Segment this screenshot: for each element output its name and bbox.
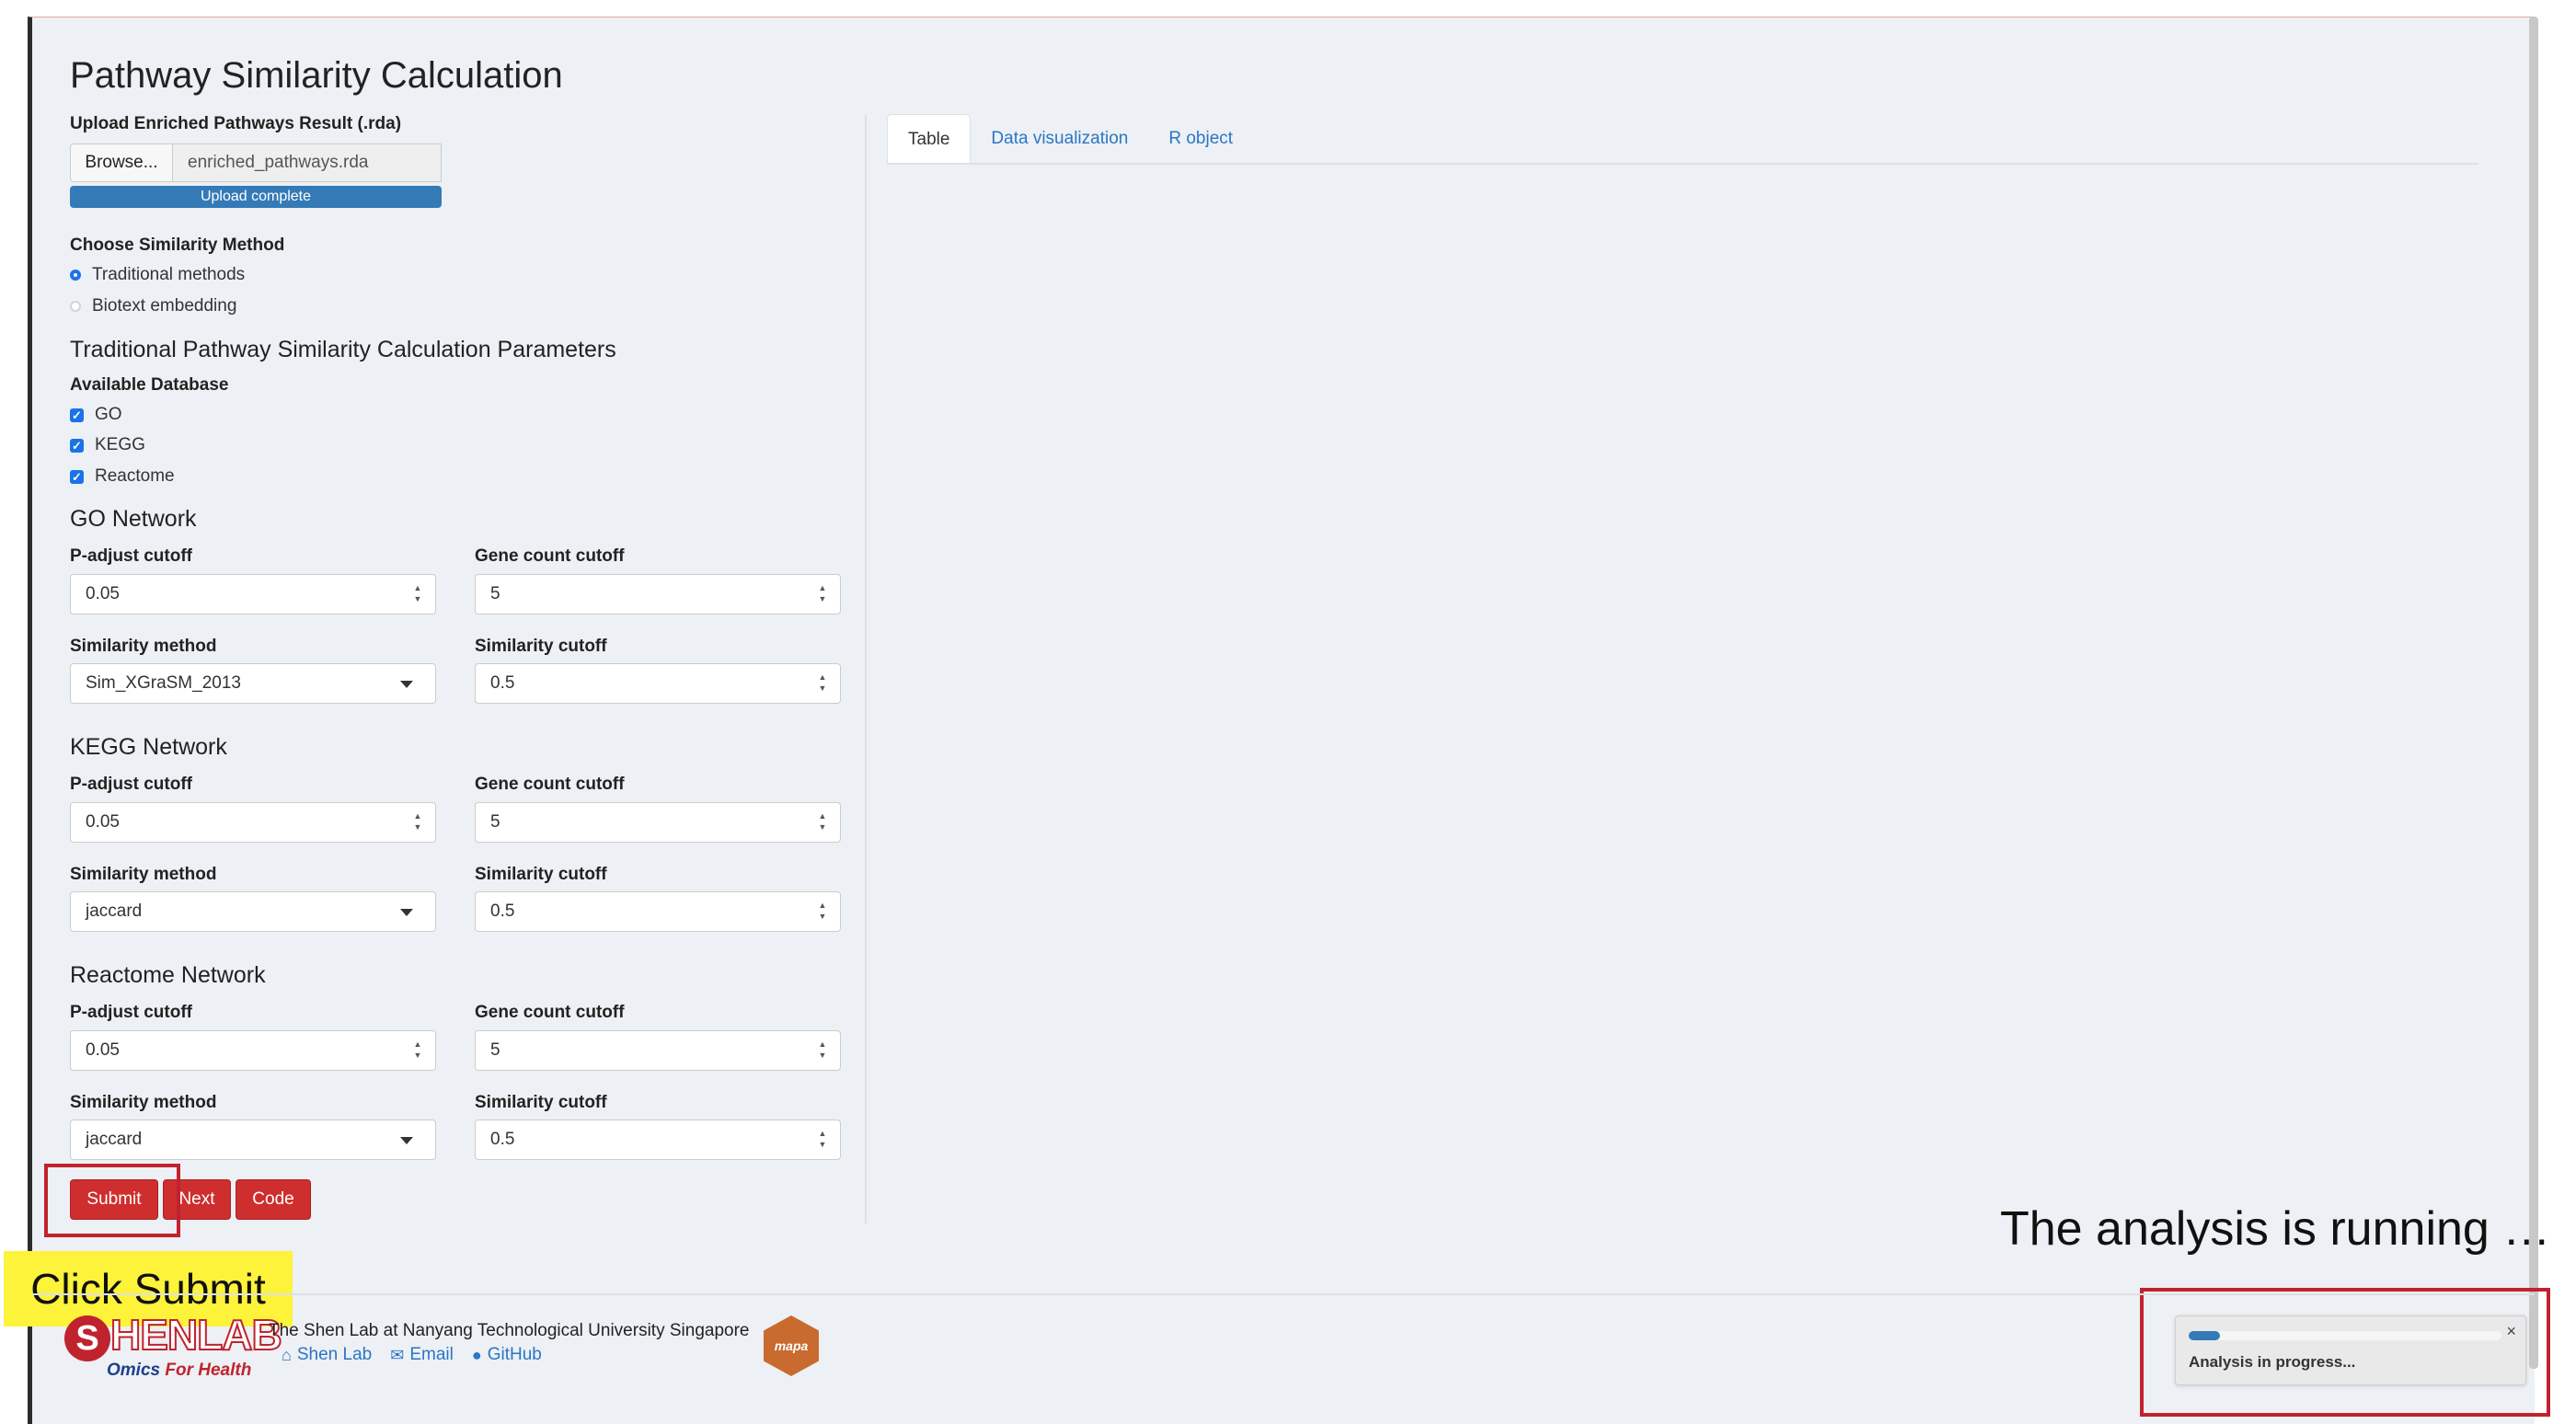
footer-org-text: The Shen Lab at Nanyang Technological Un… (269, 1321, 750, 1340)
go-gene-input[interactable]: 5 ▲ ▼ (475, 574, 841, 614)
spinner-icon[interactable]: ▲ ▼ (818, 901, 827, 921)
reactome-network-heading: Reactome Network (70, 962, 266, 988)
radio-biotext-embedding[interactable]: Biotext embedding (70, 296, 236, 316)
reactome-sim-method-select[interactable]: jaccard (70, 1120, 436, 1160)
kegg-gene-label: Gene count cutoff (475, 775, 625, 794)
submit-highlight-box (44, 1164, 180, 1237)
envelope-icon: ✉ (390, 1345, 405, 1364)
chevron-down-icon (400, 909, 413, 916)
go-gene-label: Gene count cutoff (475, 546, 625, 566)
reactome-sim-cutoff-input[interactable]: 0.5 ▲ ▼ (475, 1120, 841, 1160)
checkbox-checked-icon: ✓ (70, 408, 84, 422)
spinner-icon[interactable]: ▲ ▼ (413, 1039, 422, 1060)
method-label: Choose Similarity Method (70, 235, 285, 255)
go-sim-cutoff-input[interactable]: 0.5 ▲ ▼ (475, 663, 841, 704)
kegg-sim-cutoff-input[interactable]: 0.5 ▲ ▼ (475, 891, 841, 932)
checkbox-label: Reactome (95, 466, 175, 486)
shenlab-logo: S HENLAB Omics For Health (64, 1310, 283, 1384)
footer-links: ⌂ Shen Lab ✉ Email ● GitHub (282, 1345, 542, 1365)
notification-progress-fill (2189, 1331, 2220, 1340)
kegg-network-heading: KEGG Network (70, 734, 227, 760)
reactome-gene-label: Gene count cutoff (475, 1003, 625, 1022)
spinner-icon[interactable]: ▲ ▼ (818, 1129, 827, 1149)
close-icon[interactable]: × (2506, 1322, 2516, 1341)
go-padj-input[interactable]: 0.05 ▲ ▼ (70, 574, 436, 614)
logo-s-mark: S (64, 1315, 110, 1361)
file-name-field[interactable]: enriched_pathways.rda (173, 144, 442, 182)
kegg-padj-input[interactable]: 0.05 ▲ ▼ (70, 802, 436, 843)
github-icon: ● (471, 1345, 482, 1364)
logo-tagline: Omics For Health (107, 1361, 252, 1380)
file-upload: Browse... enriched_pathways.rda (70, 144, 442, 182)
go-sim-method-select[interactable]: Sim_XGraSM_2013 (70, 663, 436, 704)
notification-progress-bar (2189, 1331, 2501, 1340)
checkbox-checked-icon: ✓ (70, 469, 84, 484)
code-button[interactable]: Code (236, 1179, 311, 1220)
reactome-padj-input[interactable]: 0.05 ▲ ▼ (70, 1030, 436, 1071)
go-network-heading: GO Network (70, 506, 197, 532)
tab-data-visualization[interactable]: Data visualization (971, 114, 1148, 164)
notification-message: Analysis in progress... (2189, 1353, 2356, 1371)
scrollbar[interactable] (2529, 17, 2538, 1369)
kegg-sim-cutoff-label: Similarity cutoff (475, 865, 607, 884)
chevron-down-icon (400, 681, 413, 688)
progress-notification: × Analysis in progress... (2175, 1315, 2526, 1385)
database-label: Available Database (70, 375, 229, 395)
analysis-running-annotation: The analysis is running … (2000, 1202, 2551, 1256)
tab-table[interactable]: Table (887, 114, 972, 164)
radio-label: Biotext embedding (92, 296, 237, 316)
checkbox-go[interactable]: ✓ GO (70, 405, 122, 425)
reactome-gene-input[interactable]: 5 ▲ ▼ (475, 1030, 841, 1071)
page-title: Pathway Similarity Calculation (70, 55, 563, 96)
checkbox-label: GO (95, 405, 122, 424)
panel-divider (865, 115, 867, 1223)
email-link[interactable]: ✉ Email (390, 1345, 454, 1365)
radio-traditional-methods[interactable]: Traditional methods (70, 265, 245, 285)
radio-selected-icon (70, 270, 81, 281)
kegg-gene-input[interactable]: 5 ▲ ▼ (475, 802, 841, 843)
go-sim-method-label: Similarity method (70, 637, 217, 656)
params-heading: Traditional Pathway Similarity Calculati… (70, 337, 616, 362)
spinner-icon[interactable]: ▲ ▼ (413, 583, 422, 603)
go-padj-label: P-adjust cutoff (70, 546, 192, 566)
kegg-sim-method-select[interactable]: jaccard (70, 891, 436, 932)
spinner-icon[interactable]: ▲ ▼ (818, 672, 827, 693)
spinner-icon[interactable]: ▲ ▼ (818, 811, 827, 832)
upload-progress-bar: Upload complete (70, 186, 442, 208)
checkbox-label: KEGG (95, 435, 145, 454)
chevron-down-icon (400, 1137, 413, 1144)
radio-empty-icon (70, 301, 81, 312)
checkbox-reactome[interactable]: ✓ Reactome (70, 466, 175, 487)
tab-underline (887, 163, 2478, 165)
reactome-sim-method-label: Similarity method (70, 1093, 217, 1112)
kegg-sim-method-label: Similarity method (70, 865, 217, 884)
output-tabs: Table Data visualization R object (887, 114, 1253, 164)
checkbox-kegg[interactable]: ✓ KEGG (70, 435, 145, 455)
reactome-sim-cutoff-label: Similarity cutoff (475, 1093, 607, 1112)
browse-button[interactable]: Browse... (70, 144, 173, 182)
upload-label: Upload Enriched Pathways Result (.rda) (70, 114, 402, 133)
kegg-padj-label: P-adjust cutoff (70, 775, 192, 794)
home-icon: ⌂ (282, 1345, 292, 1364)
go-sim-cutoff-label: Similarity cutoff (475, 637, 607, 656)
spinner-icon[interactable]: ▲ ▼ (818, 1039, 827, 1060)
github-link[interactable]: ● GitHub (472, 1345, 542, 1365)
radio-label: Traditional methods (92, 265, 246, 284)
spinner-icon[interactable]: ▲ ▼ (818, 583, 827, 603)
footer-divider (32, 1293, 2535, 1295)
tab-r-object[interactable]: R object (1148, 114, 1253, 164)
shen-lab-link[interactable]: ⌂ Shen Lab (282, 1345, 372, 1365)
spinner-icon[interactable]: ▲ ▼ (413, 811, 422, 832)
logo-wordmark: HENLAB (109, 1310, 283, 1360)
reactome-padj-label: P-adjust cutoff (70, 1003, 192, 1022)
checkbox-checked-icon: ✓ (70, 438, 84, 453)
